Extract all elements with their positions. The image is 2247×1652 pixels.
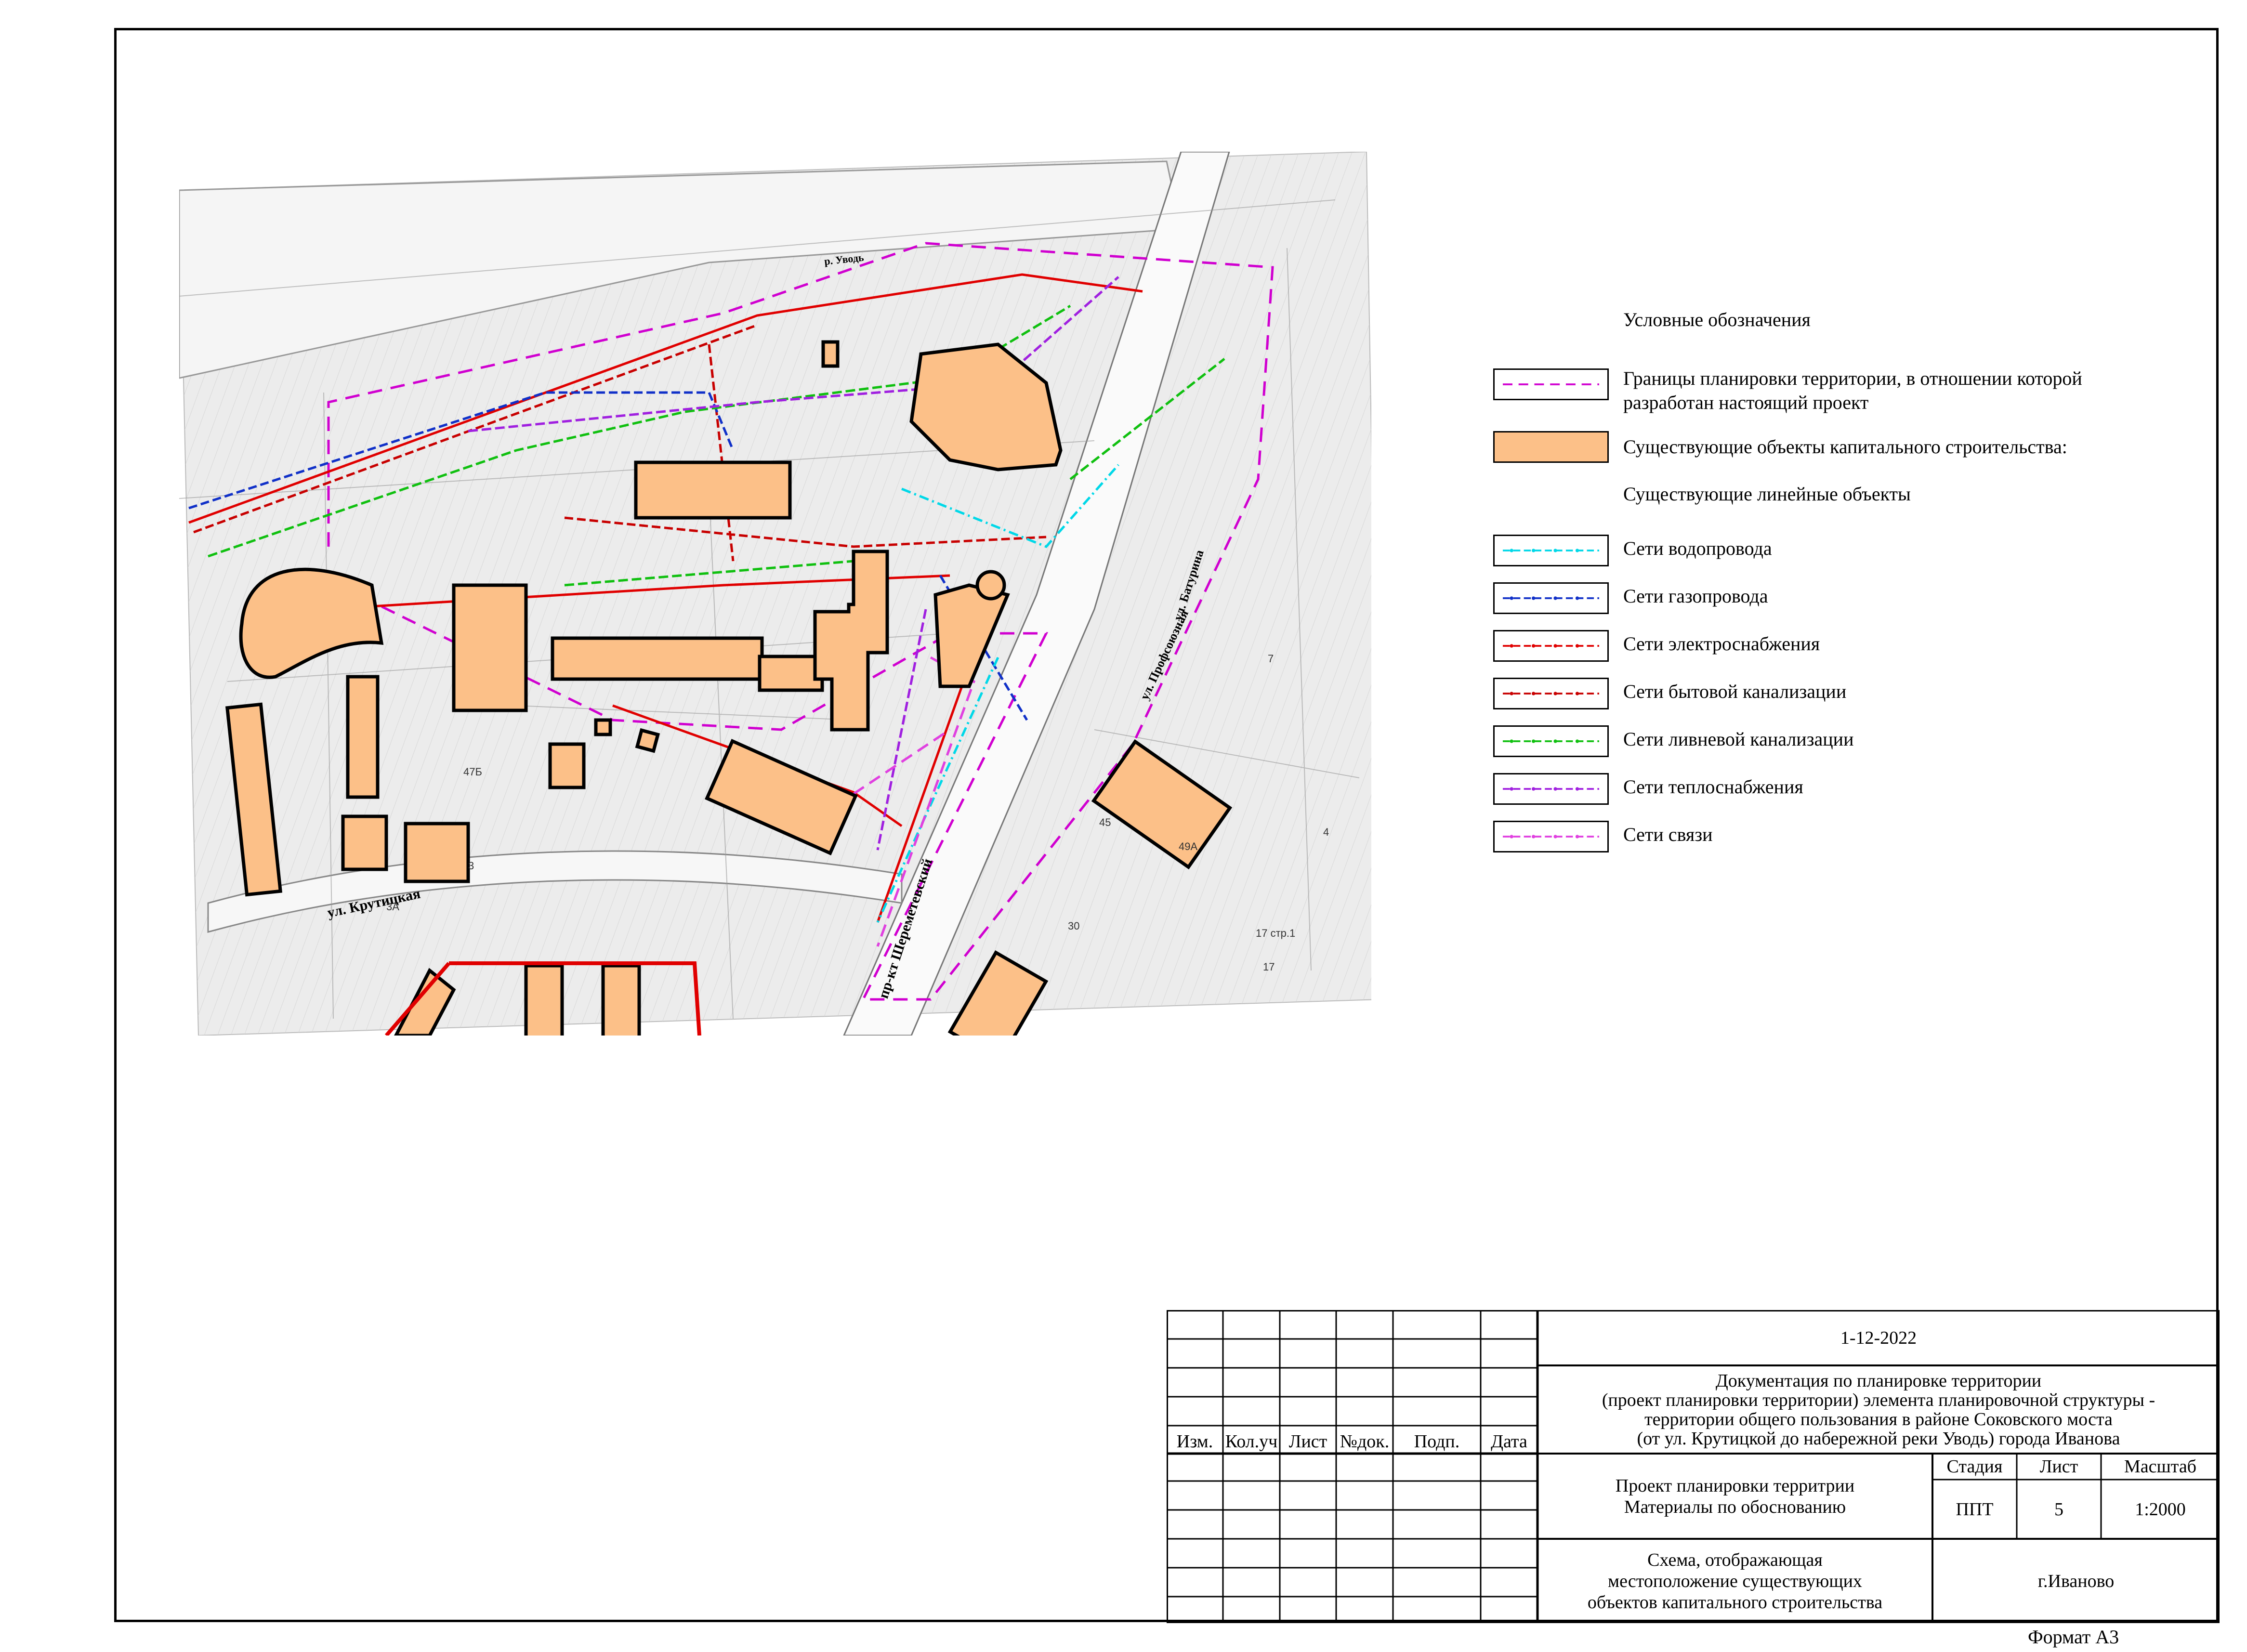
header-list: Лист <box>1288 1431 1327 1452</box>
legend-label-network: Сети газопровода <box>1623 585 1768 607</box>
building <box>634 460 792 520</box>
stage-value: ППТ <box>1956 1499 1994 1520</box>
legend-label-network: Сети электроснабжения <box>1623 633 1820 655</box>
building <box>601 964 641 1040</box>
legend-label-boundary: Границы планировки территории, в отношен… <box>1623 367 2082 413</box>
header-izm: Изм. <box>1176 1431 1213 1452</box>
legend-label-network: Сети теплоснабжения <box>1623 776 1803 798</box>
building <box>758 655 824 692</box>
house-number: 17 <box>1263 961 1275 973</box>
house-number: 4 <box>1323 826 1329 838</box>
legend-label-buildings: Существующие объекты капитального строит… <box>1623 436 2067 458</box>
legend-title: Условные обозначения <box>1623 309 1811 330</box>
legend-swatch-network <box>1493 773 1609 805</box>
sheet-value: 5 <box>2054 1499 2063 1520</box>
header-ndok: №док. <box>1340 1431 1390 1452</box>
site-plan-svg: ул. Крутицкая пр-кт Шереметевский ул. Пр… <box>178 151 1382 1063</box>
legend-row-network: Сети газопровода <box>1493 582 2168 626</box>
legend-row-network: Сети ливневой канализации <box>1493 725 2168 769</box>
legend-row-network: Сети теплоснабжения <box>1493 773 2168 816</box>
site-plan-map: ул. Крутицкая пр-кт Шереметевский ул. Пр… <box>178 151 1382 1063</box>
building <box>551 636 764 681</box>
paper-format: Формат А3 <box>2028 1626 2119 1648</box>
legend-row-network: Сети связи <box>1493 821 2168 864</box>
scale-value: 1:2000 <box>2135 1499 2186 1520</box>
legend-row-network: Сети электроснабжения <box>1493 630 2168 673</box>
title-block: Изм. Кол.уч Лист №док. Подп. Дата 1-12-2… <box>1167 1310 2220 1623</box>
legend-swatch-buildings <box>1493 431 1609 463</box>
house-number: 3А <box>386 901 399 913</box>
legend-label-network: Сети бытовой канализации <box>1623 681 1847 702</box>
house-number: 17 стр.1 <box>1256 927 1295 939</box>
legend-swatch-network <box>1493 582 1609 614</box>
legend-label-network: Сети ливневой канализации <box>1623 728 1854 750</box>
header-data: Дата <box>1491 1431 1527 1452</box>
legend-swatch-network <box>1493 678 1609 709</box>
header-podp: Подп. <box>1414 1431 1460 1452</box>
header-kol: Кол.уч <box>1225 1431 1278 1452</box>
legend-swatch-network <box>1493 821 1609 852</box>
house-number: 30 <box>1068 920 1079 932</box>
legend-row-network: Сети водопровода <box>1493 535 2168 578</box>
building <box>975 570 1006 601</box>
legend-swatch-network <box>1493 535 1609 566</box>
building <box>341 814 388 871</box>
legend-row-network: Сети бытовой канализации <box>1493 678 2168 721</box>
building <box>452 583 528 712</box>
city-name: г.Иваново <box>2037 1571 2115 1591</box>
document-code: 1-12-2022 <box>1840 1327 1917 1348</box>
legend-row-boundary: Границы планировки территории, в отношен… <box>1493 367 2168 413</box>
legend-swatch-boundary <box>1493 368 1609 400</box>
house-number: 47Б <box>463 766 482 778</box>
building <box>548 742 586 789</box>
stage-label: Стадия <box>1946 1456 2003 1477</box>
house-number: 7 <box>1268 653 1274 665</box>
legend-subtitle: Существующие линейные объекты <box>1623 483 1911 505</box>
legend-label-network: Сети водопровода <box>1623 538 1772 559</box>
drawing-name: Схема, отображающая местоположение сущес… <box>1587 1549 1883 1613</box>
building <box>524 964 564 1040</box>
legend-label-network: Сети связи <box>1623 824 1713 845</box>
building <box>594 718 612 736</box>
building <box>346 675 380 799</box>
scale-label: Масштаб <box>2124 1456 2197 1477</box>
house-number: 49А <box>1179 840 1197 852</box>
house-number: 45 <box>1099 816 1111 828</box>
legend-swatch-network <box>1493 630 1609 662</box>
building <box>635 728 660 753</box>
project-name: Проект планировки территрии Материалы по… <box>1615 1475 1855 1517</box>
legend-row-buildings: Существующие объекты капитального строит… <box>1493 431 2168 474</box>
house-number: 3 <box>468 860 474 872</box>
building <box>404 822 470 883</box>
document-title: Документация по планировке территории (п… <box>1602 1370 2155 1449</box>
legend-swatch-network <box>1493 725 1609 757</box>
sheet-label: Лист <box>2039 1456 2078 1477</box>
building <box>821 340 840 368</box>
